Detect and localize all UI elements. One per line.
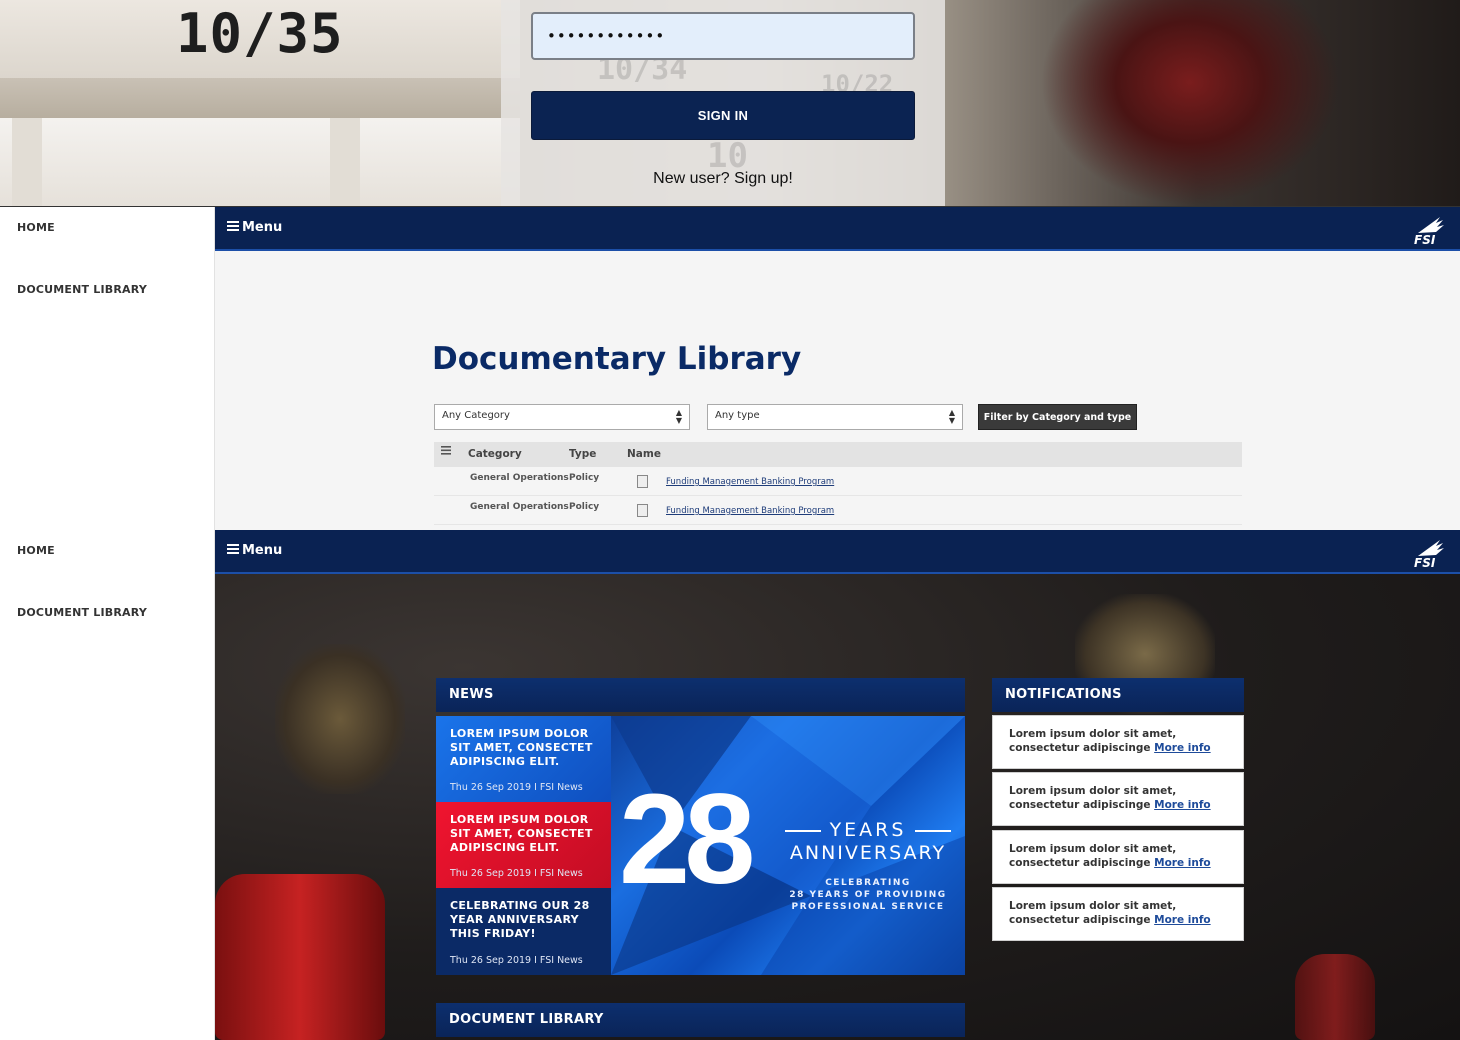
background-pillar [330,118,360,206]
svg-text:FSI: FSI [1414,556,1436,570]
sidebar-item-home[interactable]: HOME [17,544,55,557]
signup-link[interactable]: New user? Sign up! [501,170,945,188]
table-row: General Operations Policy Funding Manage… [434,496,1242,525]
category-select[interactable]: Any Category ▲ ▼ [434,404,690,430]
column-header-type[interactable]: Type [569,448,596,460]
notification-card: Lorem ipsum dolor sit amet, consectetur … [992,772,1244,826]
table-row: General Operations Policy Funding Manage… [434,467,1242,496]
column-menu-icon[interactable] [441,446,451,458]
anniversary-label: ANNIVERSARY [789,842,947,864]
background-figure [1040,0,1340,206]
filter-button[interactable]: Filter by Category and type [978,404,1137,430]
background-glove [275,644,405,794]
document-file-icon [637,475,648,488]
sidebar-item-document-library[interactable]: DOCUMENT LIBRARY [17,606,147,619]
svg-text:FSI: FSI [1414,233,1436,247]
sidebar: HOME DOCUMENT LIBRARY [0,207,215,530]
anniversary-subtitle-line: PROFESSIONAL SERVICE [791,902,945,912]
background-floor [0,118,520,206]
anniversary-feature-image[interactable]: 28 YEARS ANNIVERSARY CELEBRATING 28 YEAR… [611,716,965,975]
menu-label: Menu [242,543,283,558]
page-title: Documentary Library [432,341,802,377]
years-label: YEARS [829,819,907,841]
background-beam-shadow [0,78,520,118]
background-extinguisher [1295,954,1375,1040]
notification-text: consectetur adipiscinge [1009,799,1151,811]
document-library-main: Documentary Library Any Category ▲ ▼ Any … [215,251,1460,530]
document-link[interactable]: Funding Management Banking Program [666,477,834,487]
select-arrows-icon: ▲ ▼ [675,408,682,425]
notification-text: Lorem ipsum dolor sit amet, [1009,728,1177,740]
notification-card: Lorem ipsum dolor sit amet, consectetur … [992,887,1244,941]
document-library-heading: DOCUMENT LIBRARY [436,1003,965,1037]
document-file-icon [637,504,648,517]
dashboard-screen: HOME DOCUMENT LIBRARY Menu FSI NEWS LORE… [0,530,1460,1040]
news-title: LOREM IPSUM DOLOR SIT AMET, CONSECTET AD… [450,727,593,768]
menu-button[interactable]: Menu [227,543,282,558]
fsi-logo-icon: FSI [1410,534,1446,570]
row-type: Policy [569,473,600,483]
menu-label: Menu [242,220,283,235]
news-heading: NEWS [436,678,965,712]
top-bar: Menu FSI [215,207,1460,251]
document-library-screen: HOME DOCUMENT LIBRARY Menu FSI Documenta… [0,206,1460,530]
notification-text: consectetur adipiscinge [1009,857,1151,869]
news-item[interactable]: LOREM IPSUM DOLOR SIT AMET, CONSECTET AD… [436,716,611,802]
notification-card: Lorem ipsum dolor sit amet, consectetur … [992,830,1244,884]
news-meta: Thu 26 Sep 2019 I FSI News [450,955,583,966]
anniversary-number: 28 [619,768,755,911]
news-meta: Thu 26 Sep 2019 I FSI News [450,868,583,879]
more-info-link[interactable]: More info [1154,857,1210,869]
table-header: Category Type Name [434,442,1242,467]
row-category: General Operations [470,473,569,483]
document-link[interactable]: Funding Management Banking Program [666,506,834,516]
password-field[interactable] [531,12,915,60]
type-select[interactable]: Any type ▲ ▼ [707,404,963,430]
anniversary-subtitle-line: CELEBRATING [825,878,911,888]
notification-text: Lorem ipsum dolor sit amet, [1009,785,1177,797]
background-extinguisher [215,874,385,1040]
notification-text: Lorem ipsum dolor sit amet, [1009,843,1177,855]
anniversary-subtitle-line: 28 YEARS OF PROVIDING [789,890,947,900]
background-pillar [12,118,42,206]
notification-text: Lorem ipsum dolor sit amet, [1009,900,1177,912]
menu-button[interactable]: Menu [227,220,282,235]
column-header-category[interactable]: Category [468,448,522,460]
document-table: Category Type Name General Operations Po… [434,442,1242,525]
news-item[interactable]: CELEBRATING OUR 28 YEAR ANNIVERSARY THIS… [436,888,611,975]
login-panel: 10/34 10/22 10 SIGN IN New user? Sign up… [501,0,945,206]
background-stencil-number: 10/35 [176,2,344,65]
type-select-value: Any type [715,410,760,421]
top-bar: Menu FSI [215,530,1460,574]
anniversary-subtitle: CELEBRATING 28 YEARS OF PROVIDING PROFES… [779,877,957,913]
notification-text: consectetur adipiscinge [1009,742,1151,754]
more-info-link[interactable]: More info [1154,742,1210,754]
notifications-heading: NOTIFICATIONS [992,678,1244,712]
more-info-link[interactable]: More info [1154,914,1210,926]
anniversary-years-text: YEARS [779,819,957,841]
notification-text: consectetur adipiscinge [1009,914,1151,926]
fsi-logo-icon: FSI [1410,211,1446,247]
login-screen: 10/35 10/34 10/22 10 SIGN IN New user? S… [0,0,1460,206]
sidebar-item-document-library[interactable]: DOCUMENT LIBRARY [17,283,147,296]
sidebar: HOME DOCUMENT LIBRARY [0,530,215,1040]
hamburger-icon [227,543,239,558]
news-title: CELEBRATING OUR 28 YEAR ANNIVERSARY THIS… [450,899,590,940]
notification-card: Lorem ipsum dolor sit amet, consectetur … [992,715,1244,769]
row-category: General Operations [470,502,569,512]
sidebar-item-home[interactable]: HOME [17,221,55,234]
sign-in-button[interactable]: SIGN IN [531,91,915,140]
hamburger-icon [227,220,239,235]
news-item[interactable]: LOREM IPSUM DOLOR SIT AMET, CONSECTET AD… [436,802,611,888]
category-select-value: Any Category [442,410,510,421]
news-title: LOREM IPSUM DOLOR SIT AMET, CONSECTET AD… [450,813,593,854]
news-meta: Thu 26 Sep 2019 I FSI News [450,782,583,793]
more-info-link[interactable]: More info [1154,799,1210,811]
select-arrows-icon: ▲ ▼ [948,408,955,425]
row-type: Policy [569,502,600,512]
column-header-name[interactable]: Name [627,448,661,460]
